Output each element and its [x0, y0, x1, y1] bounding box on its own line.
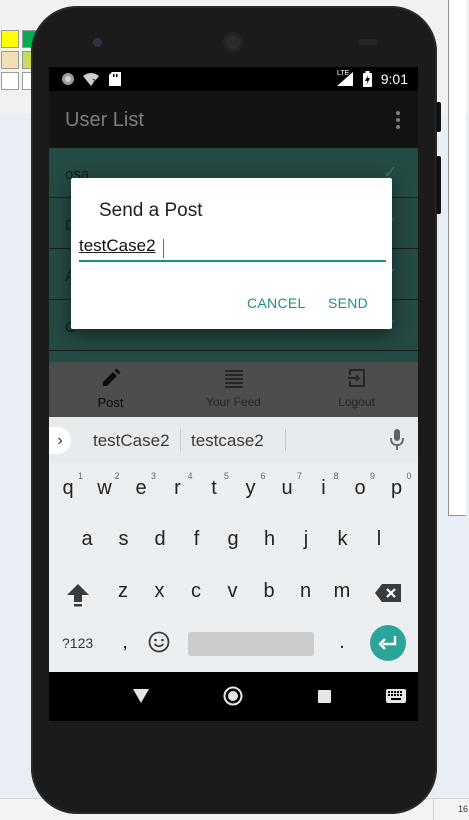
back-icon[interactable]: [133, 689, 149, 703]
key-k[interactable]: k: [328, 528, 358, 551]
key-v[interactable]: v: [218, 580, 248, 603]
dialog-title: Send a Post: [99, 200, 203, 221]
key-n[interactable]: n: [291, 580, 321, 603]
shift-icon[interactable]: [66, 582, 90, 608]
earpiece: [223, 32, 243, 52]
desktop-side-pane: [448, 0, 466, 516]
wifi-icon: ?: [83, 73, 99, 86]
key-b[interactable]: b: [254, 580, 284, 603]
proximity-sensor: [358, 39, 378, 45]
app-title: User List: [65, 109, 144, 131]
system-nav-bar: [49, 672, 418, 721]
enter-icon: [378, 636, 397, 650]
battery-icon: [363, 71, 372, 87]
status-bar: ? LTE 9:01: [49, 67, 418, 91]
post-text-input[interactable]: testCase2: [79, 234, 386, 262]
key-hint-4: 4: [187, 471, 193, 481]
key-c[interactable]: c: [181, 580, 211, 603]
post-text-value: testCase2: [79, 236, 156, 255]
send-post-dialog: Send a Post testCase2 CANCEL SEND: [71, 178, 392, 329]
text-caret: [163, 239, 164, 258]
key-hint-7: 7: [297, 471, 303, 481]
recents-icon[interactable]: [318, 690, 331, 703]
nav-item-your-feed[interactable]: Your Feed: [172, 362, 295, 417]
key-hint-9: 9: [370, 471, 376, 481]
key-d[interactable]: d: [145, 528, 175, 551]
soft-keyboard: › testCase2 testcase2 ?123 , . q1w2e3r4t…: [49, 417, 418, 672]
key-h[interactable]: h: [255, 528, 285, 551]
color-swatch-tan[interactable]: [1, 51, 19, 69]
volume-button[interactable]: [436, 156, 441, 214]
pencil-icon: [102, 368, 120, 386]
app-bar: User List: [49, 91, 418, 148]
bottom-navigation: Post Your Feed Logout: [49, 362, 418, 417]
device-screen: ? LTE 9:01 User List osa ✓ D ✓ A ✓ C ✓: [49, 67, 418, 721]
key-a[interactable]: a: [72, 528, 102, 551]
key-s[interactable]: s: [109, 528, 139, 551]
overflow-menu-icon[interactable]: [396, 111, 400, 129]
key-g[interactable]: g: [218, 528, 248, 551]
suggestion-strip: › testCase2 testcase2: [49, 417, 418, 463]
key-hint-6: 6: [260, 471, 266, 481]
nav-label-post: Post: [97, 395, 124, 410]
signal-icon: [337, 72, 353, 86]
color-swatch-white[interactable]: [1, 72, 19, 90]
key-l[interactable]: l: [364, 528, 394, 551]
nav-item-logout[interactable]: Logout: [295, 362, 418, 417]
send-button[interactable]: SEND: [328, 295, 368, 311]
home-icon[interactable]: [223, 686, 243, 706]
desktop-status-value: 16: [433, 798, 469, 820]
color-swatch-yellow[interactable]: [1, 30, 19, 48]
key-m[interactable]: m: [327, 580, 357, 603]
key-hint-0: 0: [406, 471, 412, 481]
logout-icon: [347, 369, 365, 387]
front-camera: [93, 38, 102, 47]
space-key[interactable]: [188, 632, 314, 656]
key-z[interactable]: z: [108, 580, 138, 603]
period-key[interactable]: .: [327, 631, 357, 654]
suggestion-2[interactable]: testcase2: [191, 431, 264, 451]
comma-key[interactable]: ,: [110, 631, 140, 654]
suggestion-1[interactable]: testCase2: [93, 431, 170, 451]
feed-icon: [224, 370, 243, 388]
status-time: 9:01: [380, 71, 408, 87]
key-x[interactable]: x: [145, 580, 175, 603]
keyboard-switch-icon[interactable]: [386, 689, 406, 703]
sd-card-icon: [109, 72, 121, 86]
power-button[interactable]: [436, 102, 441, 132]
key-hint-8: 8: [333, 471, 339, 481]
nav-label-your-feed: Your Feed: [206, 395, 261, 409]
chevron-right-icon[interactable]: ›: [49, 427, 71, 454]
cancel-button[interactable]: CANCEL: [247, 295, 306, 311]
key-hint-3: 3: [151, 471, 157, 481]
key-hint-1: 1: [78, 471, 84, 481]
suggestion-divider: [285, 429, 286, 451]
delete-icon[interactable]: [375, 584, 401, 602]
microphone-icon[interactable]: [390, 429, 404, 451]
symbols-key[interactable]: ?123: [62, 635, 93, 651]
key-hint-2: 2: [114, 471, 120, 481]
nav-item-post[interactable]: Post: [49, 362, 172, 417]
enter-key[interactable]: [370, 625, 406, 661]
key-hint-5: 5: [224, 471, 230, 481]
sync-icon: [62, 73, 74, 85]
emoji-icon[interactable]: [148, 631, 170, 653]
key-f[interactable]: f: [182, 528, 212, 551]
nav-label-logout: Logout: [338, 395, 375, 409]
key-j[interactable]: j: [291, 528, 321, 551]
suggestion-divider: [180, 429, 181, 451]
svg-text:?: ?: [92, 78, 96, 86]
